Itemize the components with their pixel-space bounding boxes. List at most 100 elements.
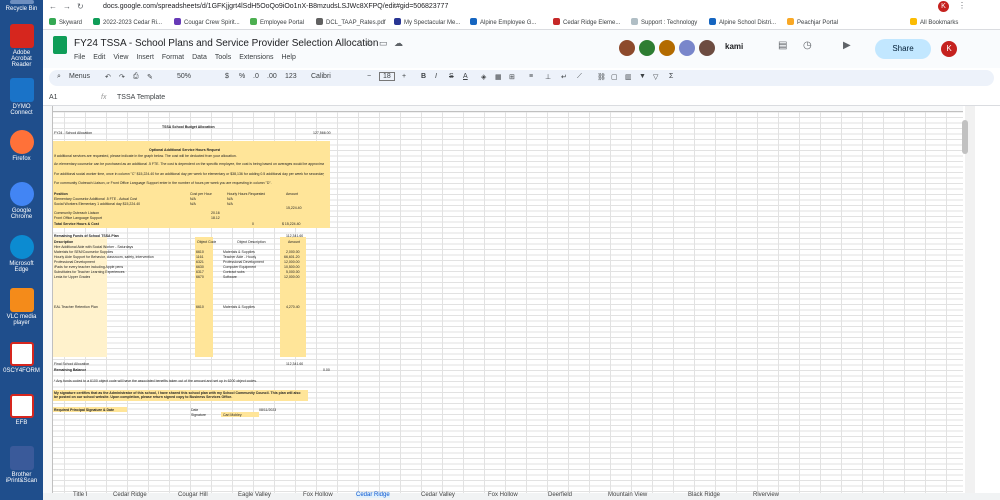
bookmark-item[interactable]: Alpine Employee G... — [470, 18, 536, 26]
align-horizontal-icon[interactable]: ≡ — [529, 73, 533, 80]
collaborator-avatar[interactable] — [659, 40, 675, 56]
item-code[interactable]: 6670 — [196, 275, 204, 279]
item-amount[interactable]: 2,000.00 — [286, 250, 300, 254]
signature-value[interactable]: Cari Mobley — [223, 413, 242, 417]
desktop-icon-edge[interactable]: Microsoft Edge — [2, 235, 41, 273]
forward-icon[interactable]: → — [63, 2, 71, 11]
sheet-tab[interactable]: Fox Hollow — [303, 492, 333, 498]
note1[interactable]: If additional services are requested, pl… — [54, 154, 324, 158]
hdr-position[interactable]: Position — [54, 192, 68, 196]
fy24-label[interactable]: FY24 - School Allocation — [54, 131, 92, 135]
item-amount[interactable]: 4,270.40 — [286, 305, 300, 309]
bold-button[interactable]: B — [421, 73, 426, 80]
item-code[interactable]: 6630 — [196, 265, 204, 269]
balance-label[interactable]: Remaining Balance — [54, 368, 86, 372]
menu-data[interactable]: Data — [192, 54, 207, 61]
sheet-tab[interactable]: Black Ridge — [688, 492, 720, 498]
row2-cost[interactable]: N/A — [190, 202, 196, 206]
sheet-tab[interactable]: Deerfield — [548, 492, 572, 498]
chart-icon[interactable]: ▥ — [625, 73, 632, 81]
desktop-icon-dymo[interactable]: DYMO Connect — [2, 78, 41, 116]
item-description[interactable]: Professional Development — [54, 260, 95, 264]
menu-view[interactable]: View — [113, 54, 128, 61]
column-headers[interactable] — [43, 106, 963, 112]
sheet-tab[interactable]: Riverview — [753, 492, 779, 498]
document-title[interactable]: FY24 TSSA - School Plans and Service Pro… — [74, 38, 378, 49]
align-vertical-icon[interactable]: ⊥ — [545, 73, 551, 81]
zoom-select[interactable]: 50% — [177, 73, 191, 80]
filter-views-icon[interactable]: ▽ — [653, 73, 658, 81]
desktop-icon-chrome[interactable]: Google Chrome — [2, 182, 41, 220]
row2-amount[interactable]: 15,224.40 — [286, 206, 302, 210]
sheets-logo-icon[interactable] — [53, 36, 67, 54]
redo-icon[interactable]: ↷ — [119, 73, 125, 81]
total-amount[interactable]: $ 15,224.40 — [282, 222, 301, 226]
amount-header[interactable]: Amount — [288, 240, 300, 244]
row2-hours[interactable]: N/A — [227, 202, 233, 206]
optional-title[interactable]: Optional Additional Service Hours Reques… — [149, 148, 220, 152]
total-label[interactable]: Total Service Hours & Cost — [54, 222, 99, 226]
menu-format[interactable]: Format — [162, 54, 184, 61]
menu-insert[interactable]: Insert — [136, 54, 154, 61]
bookmark-item[interactable]: Cougar Crew Spirit... — [174, 18, 240, 26]
desc-header[interactable]: Description — [54, 240, 73, 244]
item-description[interactable]: Substitutes for Teacher Learning Experie… — [54, 270, 125, 274]
required-signature[interactable]: Required Principal Signature & Date — [54, 408, 114, 412]
paint-format-icon[interactable]: ✎ — [147, 73, 153, 81]
item-objdesc[interactable]: Teacher Aide - Hourly — [223, 255, 256, 259]
formula-input[interactable]: TSSA Template — [117, 94, 165, 101]
item-amount[interactable]: 5,000.00 — [286, 270, 300, 274]
menu-edit[interactable]: Edit — [93, 54, 105, 61]
row4-cost[interactable]: 18.12 — [211, 216, 220, 220]
sheet-tab[interactable]: Title I — [73, 492, 87, 498]
budget-title[interactable]: TSSA School Budget Allocation — [162, 125, 215, 129]
font-size-decrease[interactable]: − — [367, 73, 371, 80]
wrap-text-icon[interactable]: ↵ — [561, 73, 567, 81]
bookmark-item[interactable]: DCL_TAAP_Rates.pdf — [316, 18, 386, 26]
font-size-input[interactable]: 18 — [379, 72, 395, 81]
date-label[interactable]: Date — [191, 408, 198, 412]
item-description[interactable]: Lexia for Upper Grades — [54, 275, 90, 279]
item-objdesc[interactable]: Professional Development — [223, 260, 264, 264]
currency-format[interactable]: $ — [225, 73, 229, 80]
merge-cells-icon[interactable]: ⊞ — [509, 73, 515, 81]
desktop-icon-form[interactable]: 0SCY4FORM — [2, 342, 41, 374]
sheet-tab[interactable]: Mountain View — [608, 492, 647, 498]
footnote[interactable]: * Any funds coded to a 6100 object code … — [54, 379, 257, 383]
item-code[interactable]: 6610 — [196, 305, 204, 309]
name-box[interactable]: A1 — [49, 94, 58, 101]
font-select[interactable]: Calibri — [311, 73, 331, 80]
remaining-amount[interactable]: 112,341.60 — [286, 234, 303, 238]
vertical-scrollbar[interactable] — [965, 106, 975, 493]
objcode-header[interactable]: Object Code — [197, 240, 216, 244]
filter-icon[interactable]: ▼ — [639, 73, 646, 80]
desktop-icon-efb[interactable]: EFB — [2, 394, 41, 426]
total-hours[interactable]: 0 — [252, 222, 254, 226]
item-code[interactable]: 6317 — [196, 270, 204, 274]
item-description[interactable]: Hourly Aide Support for Behavior, classr… — [54, 255, 154, 259]
desktop-icon-firefox[interactable]: Firefox — [2, 130, 41, 162]
row-headers[interactable] — [43, 106, 53, 493]
menu-tools[interactable]: Tools — [215, 54, 231, 61]
item-description[interactable]: EAL Teacher Retention Plan — [54, 305, 98, 309]
url-text[interactable]: docs.google.com/spreadsheets/d/1GFKjjgrt… — [103, 3, 448, 10]
item-code[interactable]: 6321 — [196, 260, 204, 264]
item-code[interactable]: 6610 — [196, 250, 204, 254]
search-icon[interactable]: ⌕ — [57, 73, 61, 81]
bookmark-item[interactable]: Peachjar Portal — [787, 18, 838, 26]
cloud-status-icon[interactable]: ☁ — [394, 38, 403, 49]
bookmark-item[interactable]: Skyward — [49, 18, 82, 26]
item-objdesc[interactable]: Materials & Supplies — [223, 250, 255, 254]
item-description[interactable]: Materials for SEM/Counselor Supplies — [54, 250, 113, 254]
kami-button[interactable]: kami — [725, 42, 743, 51]
link-icon[interactable]: ⛓ — [597, 73, 606, 81]
item-amount[interactable]: 10,500.00 — [284, 265, 300, 269]
print-icon[interactable]: ⎙ — [133, 73, 139, 81]
undo-icon[interactable]: ↶ — [105, 73, 111, 81]
item-objdesc[interactable]: Software — [223, 275, 237, 279]
note3[interactable]: For additional social worker time, once … — [54, 172, 324, 176]
signature-note[interactable]: My signature certifies that as the Admin… — [54, 391, 304, 399]
final-amount[interactable]: 112,341.60 — [286, 362, 303, 366]
menu-file[interactable]: File — [74, 54, 85, 61]
date-value[interactable]: 08/11/2023 — [259, 408, 276, 412]
